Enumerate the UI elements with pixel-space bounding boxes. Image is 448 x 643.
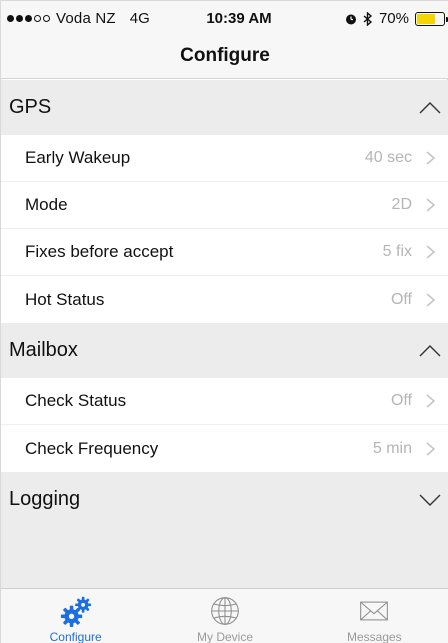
chevron-right-icon	[426, 394, 435, 408]
status-right: 70%	[345, 10, 448, 27]
setting-label: Mode	[25, 195, 68, 214]
setting-value: 5 fix	[382, 243, 412, 260]
setting-value: 40 sec	[364, 149, 412, 166]
signal-dot	[25, 15, 32, 22]
setting-row-check-status[interactable]: Check Status Off	[1, 378, 448, 425]
section-title: Logging	[9, 488, 81, 510]
setting-label: Fixes before accept	[25, 242, 174, 261]
tab-label: My Device	[196, 630, 253, 643]
setting-label: Early Wakeup	[25, 148, 131, 167]
tab-label: Configure	[49, 630, 102, 643]
status-bar: Voda NZ 4G 10:39 AM 70%	[1, 1, 448, 35]
tab-messages[interactable]: Messages	[300, 589, 448, 643]
section-rows-gps: Early Wakeup 40 sec Mode 2D Fixes before…	[1, 135, 448, 323]
section-header-gps[interactable]: GPS	[1, 80, 448, 135]
tab-label: Messages	[346, 630, 402, 643]
setting-row-mode[interactable]: Mode 2D	[1, 182, 448, 229]
carrier-name: Voda NZ	[56, 10, 116, 27]
envelope-icon	[360, 601, 389, 621]
setting-label: Check Status	[25, 391, 127, 410]
chevron-right-icon	[426, 198, 435, 212]
tab-configure[interactable]: Configure	[1, 589, 150, 643]
setting-label: Hot Status	[25, 289, 105, 309]
signal-dot-empty	[34, 15, 41, 22]
chevron-up-icon	[419, 344, 441, 356]
section-header-mailbox[interactable]: Mailbox	[1, 323, 448, 378]
section-header-logging[interactable]: Logging	[1, 472, 448, 527]
chevron-right-icon	[426, 292, 435, 307]
signal-dot	[7, 15, 14, 22]
setting-row-early-wakeup[interactable]: Early Wakeup 40 sec	[1, 135, 448, 182]
network-type: 4G	[129, 10, 150, 27]
settings-list[interactable]: GPS Early Wakeup 40 sec Mode 2D Fixes be…	[1, 80, 448, 588]
globe-icon	[211, 597, 239, 625]
setting-value-group: Off	[391, 291, 435, 309]
setting-row-hot-status[interactable]: Hot Status Off	[1, 276, 448, 323]
section-rows-mailbox: Check Status Off Check Frequency 5 min	[1, 378, 448, 472]
setting-value: Off	[390, 290, 412, 308]
signal-dot-empty	[43, 15, 50, 22]
setting-value-group: Off	[391, 392, 435, 410]
setting-value: Off	[390, 392, 412, 409]
battery-percent: 70%	[378, 10, 409, 27]
chevron-up-icon	[419, 101, 441, 113]
gears-icon	[60, 596, 91, 627]
setting-value-group: 5 fix	[383, 243, 435, 261]
battery-fill	[417, 13, 436, 24]
chevron-right-icon	[426, 441, 435, 456]
setting-row-check-frequency[interactable]: Check Frequency 5 min	[1, 425, 448, 472]
alarm-clock-icon	[345, 14, 356, 24]
setting-value-group: 2D	[392, 196, 435, 214]
setting-row-fixes-before-accept[interactable]: Fixes before accept 5 fix	[1, 229, 448, 276]
navigation-bar: Configure	[1, 35, 448, 79]
setting-value-group: 40 sec	[365, 149, 435, 167]
page-title: Configure	[180, 45, 270, 66]
section-title: GPS	[9, 96, 52, 118]
tab-my-device[interactable]: My Device	[150, 589, 299, 643]
section-title: Mailbox	[9, 339, 78, 361]
status-left: Voda NZ 4G	[7, 10, 150, 27]
setting-value: 2D	[391, 196, 412, 213]
status-time: 10:39 AM	[206, 10, 272, 27]
setting-label: Check Frequency	[25, 438, 159, 458]
setting-value: 5 min	[372, 439, 412, 457]
bluetooth-icon	[363, 11, 373, 26]
setting-value-group: 5 min	[373, 440, 435, 458]
app-screen: Voda NZ 4G 10:39 AM 70% Configure GPS Ea…	[0, 0, 448, 643]
signal-dot	[16, 15, 23, 22]
chevron-right-icon	[426, 151, 435, 165]
battery-icon	[415, 11, 448, 26]
chevron-right-icon	[426, 245, 435, 259]
tab-bar: Configure My Device Messages	[1, 588, 448, 643]
signal-strength-icon	[7, 15, 50, 22]
chevron-down-icon	[419, 494, 441, 506]
